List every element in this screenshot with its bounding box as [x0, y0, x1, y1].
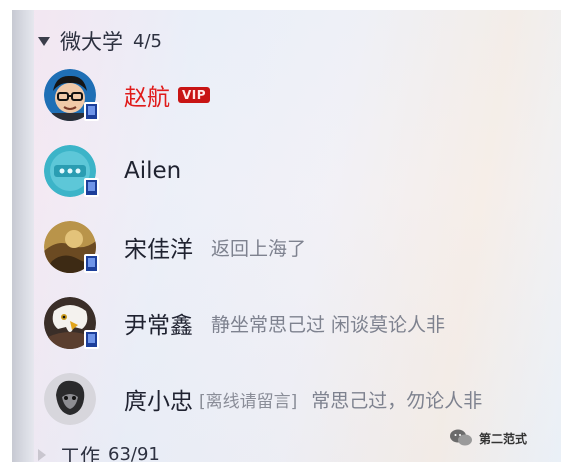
group-header-weidaxue[interactable]: 微大学 4/5: [38, 26, 162, 56]
contact-name: 庹小忠: [124, 389, 193, 415]
watermark-text: 第二范式: [478, 431, 527, 446]
contact-item-songjiayang[interactable]: 宋佳洋 返回上海了: [34, 214, 561, 280]
contact-signature: 常思己过，勿论人非: [311, 389, 483, 412]
offline-tag: [离线请留言]: [199, 391, 298, 412]
group-count: 4/5: [133, 30, 162, 52]
watermark: 第二范式: [449, 428, 527, 448]
avatar[interactable]: [44, 221, 99, 273]
avatar[interactable]: [44, 69, 99, 121]
mobile-online-icon: [84, 178, 99, 197]
contact-item-zhaohang[interactable]: 赵航 VIP: [34, 62, 561, 128]
contact-signature: 返回上海了: [211, 237, 307, 260]
contact-name: 赵航: [124, 85, 170, 111]
contact-name: Ailen: [124, 158, 182, 184]
avatar-image: [44, 373, 96, 425]
triangle-right-icon[interactable]: [38, 448, 46, 461]
group-name: 微大学: [60, 30, 123, 54]
group-count: 63/91: [108, 444, 160, 462]
contact-name: 尹常鑫: [124, 313, 193, 339]
contact-signature: 静坐常思己过 闲谈莫论人非: [211, 313, 446, 336]
contact-item-yinchangxin[interactable]: 尹常鑫 静坐常思己过 闲谈莫论人非: [34, 290, 561, 356]
mobile-online-icon: [84, 254, 99, 273]
contact-item-tuoxiaozhong[interactable]: 庹小忠 [离线请留言] 常思己过，勿论人非: [34, 366, 561, 432]
window-edge: [12, 10, 34, 462]
avatar[interactable]: [44, 145, 99, 197]
wechat-logo-icon: [449, 429, 472, 446]
triangle-down-icon[interactable]: [38, 36, 50, 46]
avatar[interactable]: [44, 373, 96, 425]
contact-list-panel: 微大学 4/5 赵航 VIP Ailen 宋佳洋 返回上海了 尹常鑫 静坐常思己…: [12, 10, 561, 462]
avatar[interactable]: [44, 297, 99, 349]
mobile-online-icon: [84, 330, 99, 349]
vip-badge: VIP: [178, 87, 211, 103]
mobile-online-icon: [84, 102, 99, 121]
contact-item-ailen[interactable]: Ailen: [34, 138, 561, 204]
contact-name: 宋佳洋: [124, 237, 193, 263]
group-header-work[interactable]: 工作 63/91: [38, 440, 160, 462]
group-name: 工作: [60, 444, 100, 462]
